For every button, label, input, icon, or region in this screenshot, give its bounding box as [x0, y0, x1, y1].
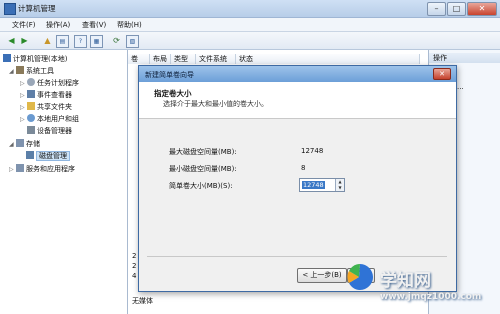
export-list-icon[interactable]: ▧	[126, 35, 139, 48]
tree-item-root[interactable]: 计算机管理(本地)	[3, 54, 67, 65]
tree-item-storage[interactable]: ◢ 存储	[9, 139, 40, 150]
column-layout[interactable]: 布局	[150, 54, 171, 64]
users-icon	[27, 114, 35, 122]
spin-arrows-icon[interactable]: ▲ ▼	[335, 179, 344, 191]
disk-row-fragment: 4	[132, 272, 137, 280]
new-simple-volume-wizard: 新建简单卷向导 ✕ 指定卷大小 选择介于最大和最小值的卷大小。 最大磁盘空间量(…	[138, 65, 457, 292]
tree-label-disk-management: 磁盘管理	[36, 151, 70, 161]
tree-label-services: 服务和应用程序	[26, 165, 75, 173]
clock-icon	[27, 78, 35, 86]
watermark-text: 学知网	[380, 271, 431, 291]
tree-item-system-tools[interactable]: ◢ 系统工具	[9, 66, 54, 77]
watermark-logo-icon	[347, 264, 373, 290]
tools-icon	[16, 66, 24, 74]
dialog-separator	[147, 256, 447, 257]
computer-icon	[3, 54, 11, 62]
tree-label-device-manager: 设备管理器	[37, 127, 72, 135]
up-folder-icon[interactable]: ▲	[42, 35, 53, 46]
max-size-value: 12748	[301, 147, 324, 155]
disk-row-fragment: 2	[132, 252, 137, 260]
help-icon[interactable]: ?	[74, 35, 87, 48]
tree-label-task-scheduler: 任务计划程序	[37, 79, 79, 87]
volume-size-spinbox[interactable]: 12748 ▲ ▼	[299, 178, 345, 192]
show-tree-icon[interactable]: ▤	[56, 35, 69, 48]
volume-size-label: 简单卷大小(MB)(S):	[169, 182, 233, 190]
tree-item-local-users[interactable]: ▷ 本地用户和组	[20, 114, 79, 125]
minimize-button[interactable]: –	[427, 2, 446, 16]
menu-help[interactable]: 帮助(H)	[117, 20, 142, 30]
maximize-button[interactable]: □	[447, 2, 466, 16]
min-size-value: 8	[301, 164, 306, 172]
back-button[interactable]: < 上一步(B)	[297, 268, 347, 283]
refresh-icon[interactable]: ⟳	[111, 35, 122, 46]
menu-bar: 文件(F) 操作(A) 查看(V) 帮助(H)	[0, 18, 500, 32]
storage-icon	[16, 139, 24, 147]
tree-label-system-tools: 系统工具	[26, 67, 54, 75]
watermark-url: www.jmqz1000.com	[380, 292, 482, 302]
disk-row-fragment: 2	[132, 262, 137, 270]
menu-action[interactable]: 操作(A)	[46, 20, 70, 30]
back-arrow-icon[interactable]: ◀	[6, 35, 17, 46]
menu-view[interactable]: 查看(V)	[82, 20, 106, 30]
min-size-label: 最小磁盘空间量(MB):	[169, 165, 237, 173]
disk-icon	[26, 151, 34, 159]
tree-label-storage: 存储	[26, 140, 40, 148]
forward-arrow-icon[interactable]: ▶	[19, 35, 30, 46]
navigation-tree: 计算机管理(本地) ◢ 系统工具 ▷ 任务计划程序 ▷ 事件查看器 ▷ 共享文件夹 ▷ 本…	[0, 50, 128, 314]
event-log-icon	[27, 90, 35, 98]
collapse-arrow-icon[interactable]: ◢	[9, 141, 16, 148]
close-button[interactable]: ✕	[467, 2, 497, 16]
title-bar: 计算机管理 – □ ✕	[0, 0, 500, 18]
device-icon	[27, 126, 35, 134]
max-size-label: 最大磁盘空间量(MB):	[169, 148, 237, 156]
expand-arrow-icon[interactable]: ▷	[20, 80, 27, 87]
dialog-subheading: 选择介于最大和最小值的卷大小。	[163, 100, 268, 108]
tree-item-device-manager[interactable]: 设备管理器	[27, 126, 72, 137]
services-icon	[16, 164, 24, 172]
toolbar: ◀ ▶ ▲ ▤ ? ▦ ⟳ ▧	[0, 32, 500, 50]
dialog-close-button[interactable]: ✕	[433, 68, 451, 80]
menu-file[interactable]: 文件(F)	[12, 20, 36, 30]
tree-item-services[interactable]: ▷ 服务和应用程序	[9, 164, 75, 175]
dialog-heading: 指定卷大小	[154, 89, 192, 98]
folder-icon	[27, 102, 35, 110]
computer-management-icon	[4, 3, 16, 15]
expand-arrow-icon[interactable]: ▷	[20, 92, 27, 99]
expand-arrow-icon[interactable]: ▷	[9, 166, 16, 173]
tree-label-local-users: 本地用户和组	[37, 115, 79, 123]
no-media-label: 无媒体	[132, 297, 153, 305]
tree-item-disk-management[interactable]: 磁盘管理	[26, 151, 70, 162]
tree-label-root: 计算机管理(本地)	[13, 55, 68, 63]
column-volume[interactable]: 卷	[128, 54, 150, 64]
tree-item-task-scheduler[interactable]: ▷ 任务计划程序	[20, 78, 79, 89]
tree-label-event-viewer: 事件查看器	[37, 91, 72, 99]
dialog-title-bar: 新建简单卷向导 ✕	[139, 66, 456, 82]
column-file-system[interactable]: 文件系统	[196, 54, 236, 64]
properties-icon[interactable]: ▦	[90, 35, 103, 48]
tree-label-shared-folders: 共享文件夹	[37, 103, 72, 111]
expand-arrow-icon[interactable]: ▷	[20, 104, 27, 111]
tree-item-event-viewer[interactable]: ▷ 事件查看器	[20, 90, 72, 101]
dialog-title: 新建简单卷向导	[145, 71, 194, 79]
column-type[interactable]: 类型	[171, 54, 196, 64]
expand-arrow-icon[interactable]: ▷	[20, 116, 27, 123]
volume-size-input[interactable]: 12748	[302, 181, 325, 189]
collapse-arrow-icon[interactable]: ◢	[9, 68, 16, 75]
tree-item-shared-folders[interactable]: ▷ 共享文件夹	[20, 102, 72, 113]
dialog-header: 指定卷大小 选择介于最大和最小值的卷大小。	[139, 82, 456, 119]
actions-header: 操作	[429, 53, 500, 63]
window-title: 计算机管理	[18, 4, 56, 13]
column-status[interactable]: 状态	[236, 54, 420, 64]
